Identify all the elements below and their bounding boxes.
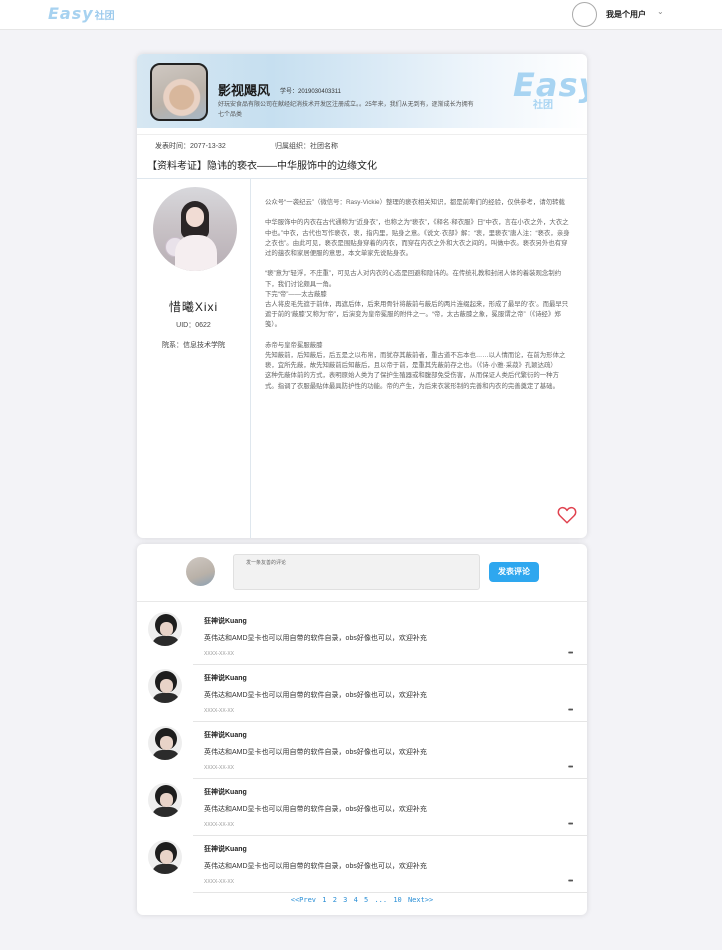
divider [193,892,587,893]
pager-page[interactable]: 1 [322,896,326,904]
article-paragraph: 这种先蔽体前的方式，表明原始人类为了保护生殖器或和腹部免受伤害，从而保证人类后代… [265,372,559,390]
article-paragraph: 中华服饰中的内衣在古代通称为“近身衣”，也称之为“亵衣”，《释名·释衣服》日“中… [265,219,570,257]
comment-input[interactable]: 发一条友善的评论 [233,554,480,590]
article-subheading: 赤帝与皇帝冕服蔽膝 [265,341,323,349]
publish-time: 发表时间：2077-13-32 [155,143,226,150]
commenter-avatar-body [152,693,180,703]
article-paragraph: 古人将皮毛先遮于前体，再遮后体，后来用骨针将蔽前与蔽后的两片连缀起来，形成了最早… [265,301,569,329]
comment-item: 狂神说Kuang 英伟达和AMD显卡也可以用自带的软件自录，obs好像也可以，欢… [137,659,587,722]
club-description: 好玩安食品有限公司在献经纪消技术开发区注册成立。。25年来，我们从无到有，逐渐成… [218,102,474,118]
top-nav-bar: Easy 社团 我是个用户 ⌄ [0,0,722,30]
pager-page[interactable]: 10 [393,896,401,904]
article-paragraph: 先知蔽前，后知蔽后，后五是之以布帛，而犹存其蔽前者，重古道不忘本也……以人情而论… [265,352,566,370]
commenter-name[interactable]: 狂神说Kuang [204,787,247,797]
banner-logo-cn: 社团 [533,100,553,111]
user-name[interactable]: 我是个用户 [606,9,646,20]
commenter-avatar-face [160,736,173,750]
pager-prev[interactable]: <<Prev [291,896,316,904]
more-options-icon[interactable]: ••• [568,650,573,657]
current-user-avatar [186,557,215,586]
club-avatar[interactable] [150,63,208,121]
divider [250,178,251,538]
comment-text: 英伟达和AMD显卡也可以用自带的软件自录，obs好像也可以，欢迎补充 [204,806,427,813]
user-avatar[interactable] [572,2,597,27]
article-card: 影视飓风 学号：2019030403311 好玩安食品有限公司在献经纪消技术开发… [137,54,587,538]
commenter-avatar-face [160,622,173,636]
comment-text: 英伟达和AMD显卡也可以用自带的软件自录，obs好像也可以，欢迎补充 [204,692,427,699]
comment-item: 狂神说Kuang 英伟达和AMD显卡也可以用自带的软件自录，obs好像也可以，欢… [137,602,587,665]
article-meta: 发表时间：2077-13-32 归属组织：社团名称 [137,134,587,154]
logo-text: Easy [48,4,94,23]
commenter-avatar[interactable] [148,783,182,817]
comment-item: 狂神说Kuang 英伟达和AMD显卡也可以用自带的软件自录，obs好像也可以，欢… [137,716,587,779]
student-id: 学号：2019030403311 [280,89,341,95]
author-uid: UID：0622 [176,322,211,329]
site-logo[interactable]: Easy 社团 [48,4,115,24]
comment-date: XXXX-XX-XX [204,822,235,828]
comment-text: 英伟达和AMD显卡也可以用自带的软件自录，obs好像也可以，欢迎补充 [204,863,427,870]
commenter-name[interactable]: 狂神说Kuang [204,844,247,854]
commenter-avatar-body [152,864,180,874]
pager-page[interactable]: 2 [333,896,337,904]
more-options-icon[interactable]: ••• [568,878,573,885]
commenter-avatar[interactable] [148,726,182,760]
club-banner: 影视飓风 学号：2019030403311 好玩安食品有限公司在献经纪消技术开发… [137,54,587,128]
commenter-avatar-face [160,679,173,693]
commenter-avatar[interactable] [148,840,182,874]
commenter-avatar-body [152,636,180,646]
more-options-icon[interactable]: ••• [568,821,573,828]
pagination: <<Prev 1 2 3 4 5 ... 10 Next>> [137,896,587,904]
author-avatar[interactable] [153,187,237,271]
comment-date: XXXX-XX-XX [204,765,235,771]
commenter-name[interactable]: 狂神说Kuang [204,730,247,740]
commenter-avatar-face [160,850,173,864]
club-name[interactable]: 影视飓风 [218,80,270,99]
comment-item: 狂神说Kuang 英伟达和AMD显卡也可以用自带的软件自录，obs好像也可以，欢… [137,773,587,836]
comment-text: 英伟达和AMD显卡也可以用自带的软件自录，obs好像也可以，欢迎补充 [204,635,427,642]
article-title: 【资料考证】隐讳的亵衣——中华服饰中的边缘文化 [147,161,377,172]
submit-comment-button[interactable]: 发表评论 [489,562,539,582]
pager-page[interactable]: 4 [354,896,358,904]
more-options-icon[interactable]: ••• [568,764,573,771]
banner-logo: Easy 社团 [513,69,587,111]
article-body: 公众号“一袭纪云”（微信号：Rasy-Vickie）整理的亵衣相关知识，都是前辈… [265,198,571,402]
more-options-icon[interactable]: ••• [568,707,573,714]
logo-cn-text: 社团 [94,11,115,22]
comments-card: 发一条友善的评论 发表评论 狂神说Kuang 英伟达和AMD显卡也可以用自带的软… [137,544,587,915]
commenter-avatar[interactable] [148,612,182,646]
commenter-avatar-face [160,793,173,807]
like-heart-icon[interactable] [557,506,577,524]
comment-placeholder: 发一条友善的评论 [246,560,287,566]
article-subheading: 下完“帝”——太古蔽膝 [265,290,327,298]
author-department: 院系：信息技术学院 [162,342,225,349]
pager-page[interactable]: 3 [343,896,347,904]
comment-item: 狂神说Kuang 英伟达和AMD显卡也可以用自带的软件自录，obs好像也可以，欢… [137,830,587,893]
divider [137,178,587,179]
chevron-down-icon[interactable]: ⌄ [657,7,664,16]
article-paragraph: “亵”意为“轻浮，不庄重”，可见古人对内衣的心态是回避和隐讳的。在传统礼教和封闭… [265,270,562,288]
author-avatar-dress [175,235,217,271]
author-name[interactable]: 惜曦Xixi [137,298,250,315]
commenter-avatar-body [152,750,180,760]
comment-text: 英伟达和AMD显卡也可以用自带的软件自录，obs好像也可以，欢迎补充 [204,749,427,756]
pager-next[interactable]: Next>> [408,896,433,904]
commenter-avatar[interactable] [148,669,182,703]
commenter-name[interactable]: 狂神说Kuang [204,673,247,683]
comment-date: XXXX-XX-XX [204,879,235,885]
belongs-to[interactable]: 归属组织：社团名称 [275,141,338,151]
comment-date: XXXX-XX-XX [204,708,235,714]
author-avatar-face [186,207,204,227]
pager-page[interactable]: 5 [364,896,368,904]
article-paragraph: 公众号“一袭纪云”（微信号：Rasy-Vickie）整理的亵衣相关知识，都是前辈… [265,199,565,206]
commenter-name[interactable]: 狂神说Kuang [204,616,247,626]
commenter-avatar-body [152,807,180,817]
pager-ellipsis: ... [374,896,388,904]
comment-date: XXXX-XX-XX [204,651,235,657]
